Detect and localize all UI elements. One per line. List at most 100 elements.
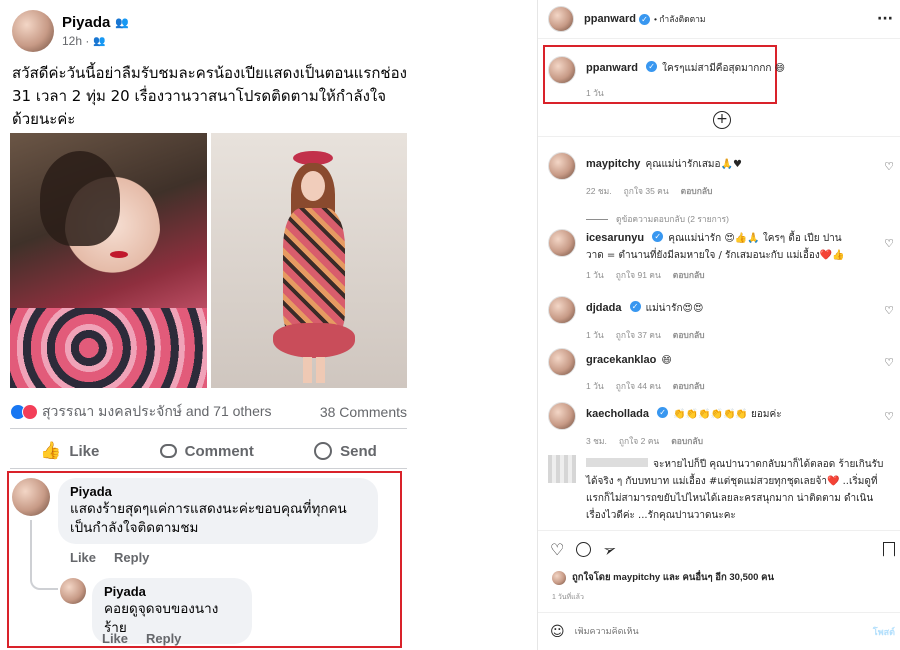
comment-username[interactable]: icesarunyu xyxy=(586,232,644,244)
comment-username[interactable]: gracekanklao xyxy=(586,354,656,366)
comment-username[interactable]: kaechollada xyxy=(586,408,649,420)
emoji-icon[interactable]: ☺ xyxy=(550,624,565,640)
thumbs-up-icon: 👍 xyxy=(40,441,62,460)
comment-text: จะหายไปก็ปี คุณปานวาดกลับมาก็ได้ตลอด ร้า… xyxy=(586,459,884,521)
more-options-icon[interactable]: ··· xyxy=(877,11,893,27)
comment-username[interactable]: djdada xyxy=(586,302,621,314)
send-button[interactable]: Send xyxy=(314,442,377,460)
load-more-comments-icon[interactable]: + xyxy=(713,111,731,129)
like-button[interactable]: 👍 Like xyxy=(40,441,99,461)
comment-like-heart-icon[interactable]: ♡ xyxy=(884,356,894,369)
bookmark-icon[interactable] xyxy=(883,541,895,557)
post-time[interactable]: 12h · xyxy=(62,34,89,48)
like-heart-icon[interactable]: ♡ xyxy=(550,540,564,559)
comment-avatar[interactable] xyxy=(548,152,576,180)
view-replies-label: ดูข้อความตอบกลับ (2 รายการ) xyxy=(616,214,729,224)
ig-follow-status[interactable]: • กำลังติดตาม xyxy=(654,12,706,26)
caption-username[interactable]: ppanward xyxy=(586,62,638,74)
reply-avatar[interactable] xyxy=(60,578,86,604)
comment-avatar[interactable] xyxy=(548,348,576,376)
photo-2-legs xyxy=(303,357,325,383)
post-comment-button[interactable]: โพสต์ xyxy=(873,625,895,639)
comment-like-link[interactable]: Like xyxy=(70,550,96,565)
author-avatar[interactable] xyxy=(12,10,54,52)
liked-by-text[interactable]: ถูกใจโดย maypitchy และ คนอื่นๆ อีก 30,50… xyxy=(572,570,774,585)
comment-button[interactable]: Comment xyxy=(159,443,254,460)
ig-divider xyxy=(538,136,900,137)
ig-header: ppanward ✓ • กำลังติดตาม ··· xyxy=(548,6,893,32)
comment-text: แสดงร้ายสุดๆแค่การแสดงนะค่ะขอบคุณที่ทุกค… xyxy=(70,501,347,536)
view-replies-line xyxy=(586,218,608,220)
like-label: Like xyxy=(69,442,100,460)
caption-time: 1 วัน xyxy=(586,88,604,98)
comment-like-heart-icon[interactable]: ♡ xyxy=(884,304,894,317)
comment-username[interactable]: maypitchy xyxy=(586,158,640,170)
post-actions: 👍 Like Comment Send xyxy=(10,436,407,466)
share-icon[interactable]: ➢ xyxy=(600,538,619,560)
audience-icon: 👥 xyxy=(93,35,106,47)
divider-top xyxy=(10,428,407,429)
comments-count[interactable]: 38 Comments xyxy=(320,404,407,420)
ig-comment: kaechollada ✓ 👏👏👏👏👏👏 ยอมค่ะ 3 ชม. ถูกใจ … xyxy=(548,402,900,448)
comment-time: 3 ชม. xyxy=(586,436,607,446)
comment-author[interactable]: Piyada xyxy=(70,484,366,499)
reply-author[interactable]: Piyada xyxy=(104,584,240,599)
photo-1-lips xyxy=(110,251,128,258)
comment-time: 1 วัน xyxy=(586,270,604,280)
comment-likes[interactable]: ถูกใจ 44 คน xyxy=(616,379,661,393)
view-replies-button[interactable]: ดูข้อความตอบกลับ (2 รายการ) xyxy=(586,212,742,226)
comment-likes[interactable]: ถูกใจ 37 คน xyxy=(616,328,661,342)
comment-text: แม่น่ารัก😍😍 xyxy=(645,303,704,314)
comment-bubble-icon[interactable] xyxy=(576,541,592,557)
comment-avatar[interactable] xyxy=(548,229,576,257)
ig-actions-divider xyxy=(538,530,900,531)
ig-header-divider xyxy=(538,38,900,39)
comment-like-heart-icon[interactable]: ♡ xyxy=(884,410,894,423)
ig-comment: icesarunyu ✓ คุณแม่น่ารัก 😍👍🙏 ใครๆ ดื้อ … xyxy=(548,229,900,282)
reply-like-link[interactable]: Like xyxy=(102,631,128,646)
ig-comment: จะหายไปก็ปี คุณปานวาดกลับมาก็ได้ตลอด ร้า… xyxy=(548,455,900,523)
caption-avatar[interactable] xyxy=(548,56,576,84)
ig-comment: maypitchy คุณแม่น่ารักเสมอ🙏♥ 22 ชม. ถูกใ… xyxy=(548,152,900,226)
reaction-icons[interactable] xyxy=(10,404,38,420)
ig-action-bar: ♡ ➢ xyxy=(550,537,895,561)
reactions-bar: สุวรรณา มงคลประจักษ์ and 71 others 38 Co… xyxy=(10,401,407,423)
post-time: 1 วันที่แล้ว xyxy=(552,594,584,601)
comment-icon xyxy=(159,444,177,458)
facebook-post: Piyada 👥 12h · 👥 สวัสดีค่ะวันนี้อย่าลืมร… xyxy=(0,0,420,650)
comment-likes[interactable]: ถูกใจ 2 คน xyxy=(619,434,659,448)
comment-reply-button[interactable]: ตอบกลับ xyxy=(681,184,713,198)
blurred-avatar xyxy=(548,455,576,483)
add-comment-input[interactable] xyxy=(574,627,835,637)
comment-likes[interactable]: ถูกใจ 91 คน xyxy=(616,268,661,282)
ig-comment: gracekanklao 😄 1 วัน ถูกใจ 44 คน ตอบกลับ… xyxy=(548,348,900,393)
reply-reply-link[interactable]: Reply xyxy=(146,631,181,646)
messenger-icon xyxy=(314,442,333,460)
comment-actions: Like Reply xyxy=(70,550,149,565)
author-name[interactable]: Piyada xyxy=(62,14,110,31)
comment-reply-button[interactable]: ตอบกลับ xyxy=(673,328,705,342)
reactions-summary[interactable]: สุวรรณา มงคลประจักษ์ and 71 others xyxy=(42,401,272,423)
comment-like-heart-icon[interactable]: ♡ xyxy=(884,237,894,250)
comment-bubble: Piyada แสดงร้ายสุดๆแค่การแสดงนะค่ะขอบคุณ… xyxy=(58,478,378,544)
comment-reply-link[interactable]: Reply xyxy=(114,550,149,565)
comment-reply-button[interactable]: ตอบกลับ xyxy=(673,379,705,393)
comment-reply-button[interactable]: ตอบกลับ xyxy=(671,434,703,448)
comment-avatar[interactable] xyxy=(548,402,576,430)
comment-likes[interactable]: ถูกใจ 35 คน xyxy=(624,184,669,198)
liked-by-avatar[interactable] xyxy=(552,570,566,585)
ig-header-avatar[interactable] xyxy=(548,6,574,32)
commenter-avatar[interactable] xyxy=(12,478,50,516)
comment-like-heart-icon[interactable]: ♡ xyxy=(884,160,894,173)
post-photo-1[interactable] xyxy=(10,133,207,388)
comment-text: 😄 xyxy=(661,355,672,366)
verified-icon: ✓ xyxy=(652,231,664,242)
comment-avatar[interactable] xyxy=(548,296,576,324)
photo-1-dress xyxy=(10,308,207,388)
add-comment-bar: ☺ โพสต์ xyxy=(550,620,895,644)
post-photo-2[interactable] xyxy=(211,133,407,388)
comment-time: 1 วัน xyxy=(586,330,604,340)
verified-icon: ✓ xyxy=(657,407,669,418)
ig-header-username[interactable]: ppanward xyxy=(584,13,636,25)
comment-reply-button[interactable]: ตอบกลับ xyxy=(673,268,705,282)
